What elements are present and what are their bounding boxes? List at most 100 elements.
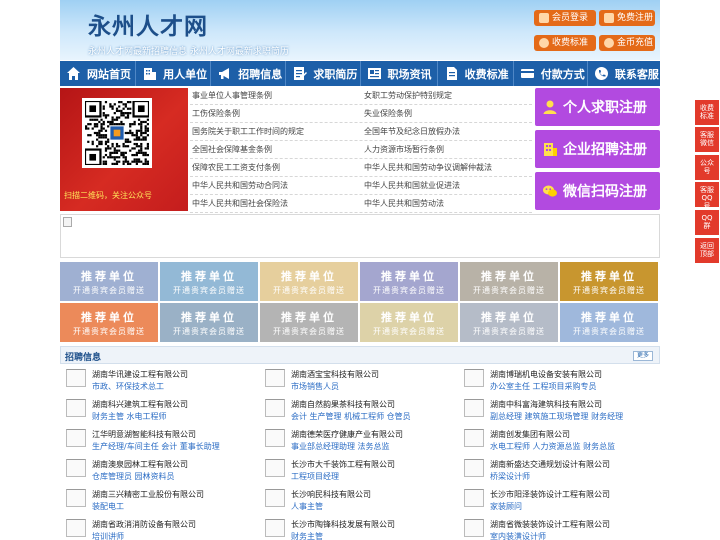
job-positions-link[interactable]: 会计 生产管理 机械工程师 仓管员 (291, 411, 411, 422)
company-name-link[interactable]: 长沙市阳泽装饰设计工程有限公司 (490, 489, 610, 500)
company-logo-icon[interactable] (464, 489, 484, 507)
regulation-link[interactable]: 中华人民共和国劳动合同法 (192, 180, 288, 191)
company-name-link[interactable]: 湖南华讯建设工程有限公司 (92, 369, 188, 380)
recommend-slot[interactable]: 推荐单位 开通贵宾会员赠送 (260, 303, 358, 342)
regulation-link[interactable]: 中华人民共和国劳动争议调解仲裁法 (364, 162, 492, 173)
job-positions-link[interactable]: 装配电工 (92, 501, 124, 512)
company-name-link[interactable]: 湖南自然韵果茶科技有限公司 (291, 399, 395, 410)
recommend-slot[interactable]: 推荐单位 开通贵宾会员赠送 (260, 262, 358, 301)
company-logo-icon[interactable] (464, 459, 484, 477)
company-name-link[interactable]: 湖南新盛达交通规划设计有限公司 (490, 459, 610, 470)
recommend-slot[interactable]: 推荐单位 开通贵宾会员赠送 (560, 262, 658, 301)
company-logo-icon[interactable] (66, 489, 86, 507)
side-official-account-button[interactable]: 公众号 (695, 155, 719, 180)
company-register-button[interactable]: 企业招聘注册 (535, 130, 660, 168)
job-positions-link[interactable]: 市场销售人员 (291, 381, 339, 392)
wechat-register-button[interactable]: 微信扫码注册 (535, 172, 660, 210)
company-name-link[interactable]: 湖南澳泉园林工程有限公司 (92, 459, 188, 470)
member-login-button[interactable]: 会员登录 (534, 10, 596, 26)
regulation-link[interactable]: 人力资源市场暂行条例 (364, 144, 444, 155)
recommend-slot[interactable]: 推荐单位 开通贵宾会员赠送 (160, 303, 258, 342)
company-logo-icon[interactable] (66, 519, 86, 537)
regulation-link[interactable]: 国务院关于职工工作时间的规定 (192, 126, 304, 137)
side-fee-button[interactable]: 收费标准 (695, 100, 719, 125)
company-logo-icon[interactable] (66, 399, 86, 417)
company-logo-icon[interactable] (265, 369, 285, 387)
company-name-link[interactable]: 湖南德荣医疗健康产业有限公司 (291, 429, 403, 440)
nav-item-2[interactable]: 用人单位 (136, 61, 210, 86)
side-wechat-button[interactable]: 客服微信 (695, 127, 719, 152)
recommend-slot[interactable]: 推荐单位 开通贵宾会员赠送 (460, 303, 558, 342)
company-logo-icon[interactable] (464, 519, 484, 537)
company-name-link[interactable]: 江华明意湖智能科技有限公司 (92, 429, 196, 440)
free-register-button[interactable]: 免费注册 (599, 10, 655, 26)
recommend-slot[interactable]: 推荐单位 开通贵宾会员赠送 (60, 262, 158, 301)
recommend-slot[interactable]: 推荐单位 开通贵宾会员赠送 (560, 303, 658, 342)
coin-recharge-button[interactable]: 金币充值 (599, 35, 655, 51)
company-logo-icon[interactable] (464, 369, 484, 387)
job-positions-link[interactable]: 办公室主任 工程项目采购专员 (490, 381, 597, 392)
personal-register-button[interactable]: 个人求职注册 (535, 88, 660, 126)
regulation-link[interactable]: 事业单位人事管理条例 (192, 90, 272, 101)
job-positions-link[interactable]: 事业部总经理助理 法务总监 (291, 441, 390, 452)
company-logo-icon[interactable] (265, 489, 285, 507)
job-positions-link[interactable]: 人事主管 (291, 501, 323, 512)
regulation-link[interactable]: 全国年节及纪念日放假办法 (364, 126, 460, 137)
recommend-slot[interactable]: 推荐单位 开通贵宾会员赠送 (60, 303, 158, 342)
company-logo-icon[interactable] (66, 459, 86, 477)
company-name-link[interactable]: 长沙响民科技有限公司 (291, 489, 371, 500)
company-name-link[interactable]: 湖南三兴精密工业股份有限公司 (92, 489, 204, 500)
company-logo-icon[interactable] (265, 519, 285, 537)
nav-item-3[interactable]: 招聘信息 (211, 61, 285, 86)
recommend-slot[interactable]: 推荐单位 开通贵宾会员赠送 (460, 262, 558, 301)
job-positions-link[interactable]: 水电工程师 人力资源总监 财务总监 (490, 441, 615, 452)
company-logo-icon[interactable] (464, 399, 484, 417)
company-logo-icon[interactable] (66, 369, 86, 387)
regulation-link[interactable]: 失业保险条例 (364, 108, 412, 119)
job-positions-link[interactable]: 仓库管理员 园林资料员 (92, 471, 175, 482)
job-positions-link[interactable]: 生产经理/车间主任 会计 董事长助理 (92, 441, 220, 452)
regulation-link[interactable]: 工伤保险条例 (192, 108, 240, 119)
jobs-more-button[interactable]: 更多 (633, 351, 653, 361)
side-qq-group-button[interactable]: QQ群 (695, 210, 719, 235)
company-name-link[interactable]: 湖南博瑞机电设备安装有限公司 (490, 369, 602, 380)
company-name-link[interactable]: 湖南酒宝宝科技有限公司 (291, 369, 379, 380)
regulation-link[interactable]: 全国社会保障基金条例 (192, 144, 272, 155)
nav-item-8[interactable]: 联系客服 (588, 61, 660, 86)
fee-standard-button[interactable]: 收费标准 (534, 35, 596, 51)
back-to-top-button[interactable]: 返回顶部 (695, 238, 719, 263)
job-positions-link[interactable]: 财务主管 水电工程师 (92, 411, 167, 422)
nav-item-5[interactable]: 职场资讯 (361, 61, 437, 86)
regulation-link[interactable]: 女职工劳动保护特别规定 (364, 90, 452, 101)
company-name-link[interactable]: 长沙市陶锋科技发展有限公司 (291, 519, 395, 530)
job-positions-link[interactable]: 桥梁设计师 (490, 471, 530, 482)
advert-banner[interactable] (60, 214, 660, 258)
company-logo-icon[interactable] (265, 459, 285, 477)
job-positions-link[interactable]: 市政、环保技术总工 (92, 381, 164, 392)
company-name-link[interactable]: 湖南省政消消防设备有限公司 (92, 519, 196, 530)
company-name-link[interactable]: 长沙市大千装饰工程有限公司 (291, 459, 395, 470)
recommend-slot[interactable]: 推荐单位 开通贵宾会员赠送 (360, 262, 458, 301)
company-logo-icon[interactable] (464, 429, 484, 447)
site-logo-title[interactable]: 永州人才网 (88, 7, 208, 41)
company-name-link[interactable]: 湖南中科富海建筑科技有限公司 (490, 399, 602, 410)
company-logo-icon[interactable] (265, 399, 285, 417)
company-logo-icon[interactable] (66, 429, 86, 447)
job-positions-link[interactable]: 工程项目经理 (291, 471, 339, 482)
nav-item-1[interactable]: 网站首页 (60, 61, 135, 86)
regulation-link[interactable]: 中华人民共和国就业促进法 (364, 180, 460, 191)
recommend-slot[interactable]: 推荐单位 开通贵宾会员赠送 (360, 303, 458, 342)
company-name-link[interactable]: 湖南省微装装饰设计工程有限公司 (490, 519, 610, 530)
regulation-link[interactable]: 中华人民共和国劳动法 (364, 198, 444, 209)
recommend-slot[interactable]: 推荐单位 开通贵宾会员赠送 (160, 262, 258, 301)
company-name-link[interactable]: 湖南科兴建筑工程有限公司 (92, 399, 188, 410)
regulation-link[interactable]: 中华人民共和国社会保险法 (192, 198, 288, 209)
job-positions-link[interactable]: 财务主管 (291, 531, 323, 540)
nav-item-7[interactable]: 付款方式 (514, 61, 587, 86)
company-name-link[interactable]: 湖南创发集团有限公司 (490, 429, 570, 440)
job-positions-link[interactable]: 家装顾问 (490, 501, 522, 512)
job-positions-link[interactable]: 培训讲师 (92, 531, 124, 540)
job-positions-link[interactable]: 副总经理 建筑施工现场管理 财务经理 (490, 411, 623, 422)
job-positions-link[interactable]: 室内装潢设计师 (490, 531, 546, 540)
regulation-link[interactable]: 保障农民工工资支付条例 (192, 162, 280, 173)
